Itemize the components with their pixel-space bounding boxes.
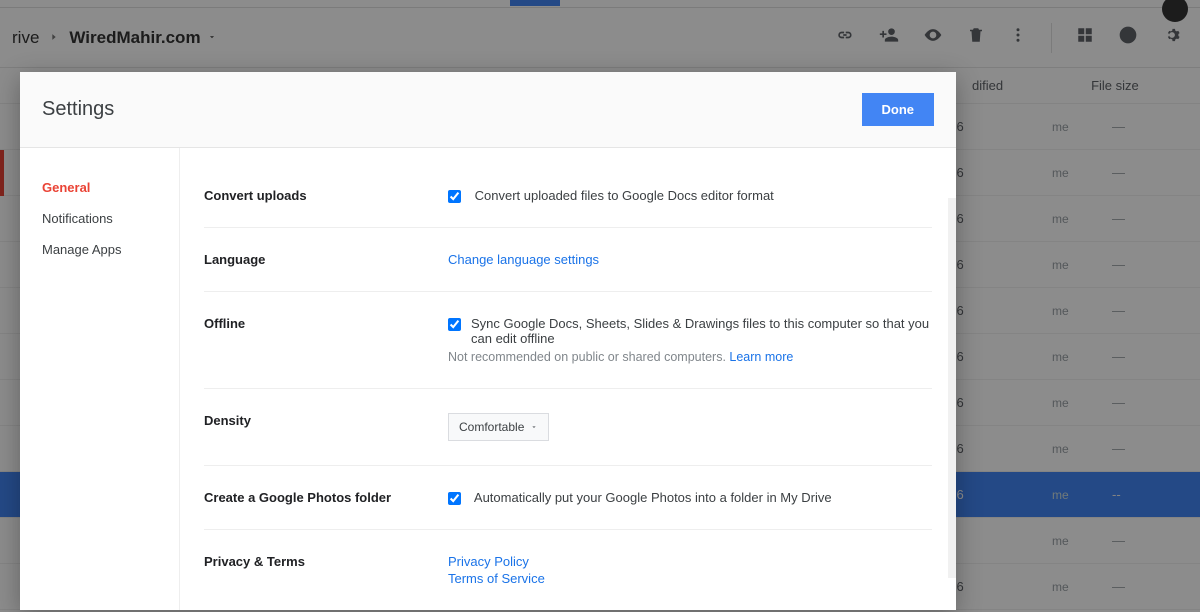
label-convert-uploads: Convert uploads <box>204 188 448 203</box>
chevron-right-icon <box>49 29 59 47</box>
label-privacy: Privacy & Terms <box>204 554 448 588</box>
file-size: — <box>1112 579 1125 594</box>
grid-icon[interactable] <box>1076 26 1094 49</box>
settings-modal: Settings Done General Notifications Mana… <box>20 72 956 610</box>
column-modified[interactable]: dified <box>972 78 1003 93</box>
setting-privacy: Privacy & Terms Privacy Policy Terms of … <box>204 530 932 610</box>
setting-density: Density Comfortable <box>204 389 932 466</box>
link-icon[interactable] <box>835 25 855 50</box>
file-date: 016 <box>942 257 1052 272</box>
gear-icon[interactable] <box>1162 25 1182 50</box>
setting-convert-uploads: Convert uploads Convert uploaded files t… <box>204 164 932 228</box>
file-date: 016 <box>942 211 1052 226</box>
settings-content: Upgrade storage Convert uploads Convert … <box>180 148 956 610</box>
sidenav-general[interactable]: General <box>20 172 179 203</box>
file-owner: me <box>1052 258 1112 272</box>
checkbox-offline[interactable] <box>448 318 461 331</box>
link-change-language[interactable]: Change language settings <box>448 252 599 267</box>
column-size[interactable]: File size <box>1091 78 1139 93</box>
modal-header: Settings Done <box>20 72 956 148</box>
file-size: — <box>1112 119 1125 134</box>
breadcrumb-root[interactable]: rive <box>12 28 39 48</box>
file-size: — <box>1112 303 1125 318</box>
trash-icon[interactable] <box>967 25 985 50</box>
breadcrumb-folder[interactable]: WiredMahir.com <box>69 28 200 48</box>
info-icon[interactable] <box>1118 25 1138 50</box>
file-date: 016 <box>942 487 1052 502</box>
file-size: — <box>1112 165 1125 180</box>
file-date: M <box>942 533 1052 548</box>
file-date: 016 <box>942 119 1052 134</box>
checkbox-photos-folder[interactable] <box>448 492 461 505</box>
setting-language: Language Change language settings <box>204 228 932 292</box>
setting-offline: Offline Sync Google Docs, Sheets, Slides… <box>204 292 932 389</box>
link-privacy-policy[interactable]: Privacy Policy <box>448 554 932 569</box>
file-owner: me <box>1052 350 1112 364</box>
file-owner: me <box>1052 580 1112 594</box>
label-offline: Offline <box>204 316 448 364</box>
file-date: 016 <box>942 303 1052 318</box>
density-dropdown[interactable]: Comfortable <box>448 413 549 441</box>
file-owner: me <box>1052 304 1112 318</box>
checkbox-convert-uploads[interactable] <box>448 190 461 203</box>
done-button[interactable]: Done <box>862 93 935 126</box>
file-size: — <box>1112 441 1125 456</box>
modal-title: Settings <box>42 98 862 121</box>
file-owner: me <box>1052 442 1112 456</box>
file-owner: me <box>1052 534 1112 548</box>
toolbar <box>835 23 1182 53</box>
file-owner: me <box>1052 212 1112 226</box>
file-size: — <box>1112 257 1125 272</box>
toolbar-divider <box>1051 23 1052 53</box>
modal-body: General Notifications Manage Apps Upgrad… <box>20 148 956 610</box>
sidenav-notifications[interactable]: Notifications <box>20 203 179 234</box>
link-learn-more[interactable]: Learn more <box>729 350 793 364</box>
more-icon[interactable] <box>1009 25 1027 50</box>
scrollbar[interactable] <box>948 198 956 578</box>
text-convert-uploads: Convert uploaded files to Google Docs ed… <box>475 188 774 203</box>
row-accent <box>0 150 4 196</box>
file-date: 016 <box>942 349 1052 364</box>
file-date: 016 <box>942 579 1052 594</box>
breadcrumb-row: rive WiredMahir.com <box>0 8 1200 68</box>
topbar <box>0 0 1200 8</box>
text-photos-folder: Automatically put your Google Photos int… <box>474 490 832 505</box>
file-date: 016 <box>942 441 1052 456</box>
text-offline: Sync Google Docs, Sheets, Slides & Drawi… <box>471 316 932 346</box>
upgrade-storage-link[interactable]: Upgrade storage <box>204 148 932 156</box>
label-photos-folder: Create a Google Photos folder <box>204 490 448 505</box>
file-size: — <box>1112 349 1125 364</box>
file-date: 016 <box>942 395 1052 410</box>
setting-photos-folder: Create a Google Photos folder Automatica… <box>204 466 932 530</box>
settings-sidenav: General Notifications Manage Apps <box>20 148 180 610</box>
chevron-down-icon <box>530 423 538 431</box>
label-language: Language <box>204 252 448 267</box>
file-size: — <box>1112 211 1125 226</box>
link-terms-of-service[interactable]: Terms of Service <box>448 571 932 586</box>
file-owner: me <box>1052 488 1112 502</box>
file-size: -- <box>1112 487 1121 502</box>
chevron-down-icon[interactable] <box>207 29 217 47</box>
file-owner: me <box>1052 396 1112 410</box>
density-value: Comfortable <box>459 420 524 434</box>
tab-indicator <box>510 0 560 6</box>
file-size: — <box>1112 395 1125 410</box>
file-owner: me <box>1052 166 1112 180</box>
sidenav-manage-apps[interactable]: Manage Apps <box>20 234 179 265</box>
file-size: — <box>1112 533 1125 548</box>
eye-icon[interactable] <box>923 25 943 50</box>
file-owner: me <box>1052 120 1112 134</box>
label-density: Density <box>204 413 448 441</box>
add-person-icon[interactable] <box>879 25 899 50</box>
file-date: 016 <box>942 165 1052 180</box>
text-offline-sub: Not recommended on public or shared comp… <box>448 350 726 364</box>
